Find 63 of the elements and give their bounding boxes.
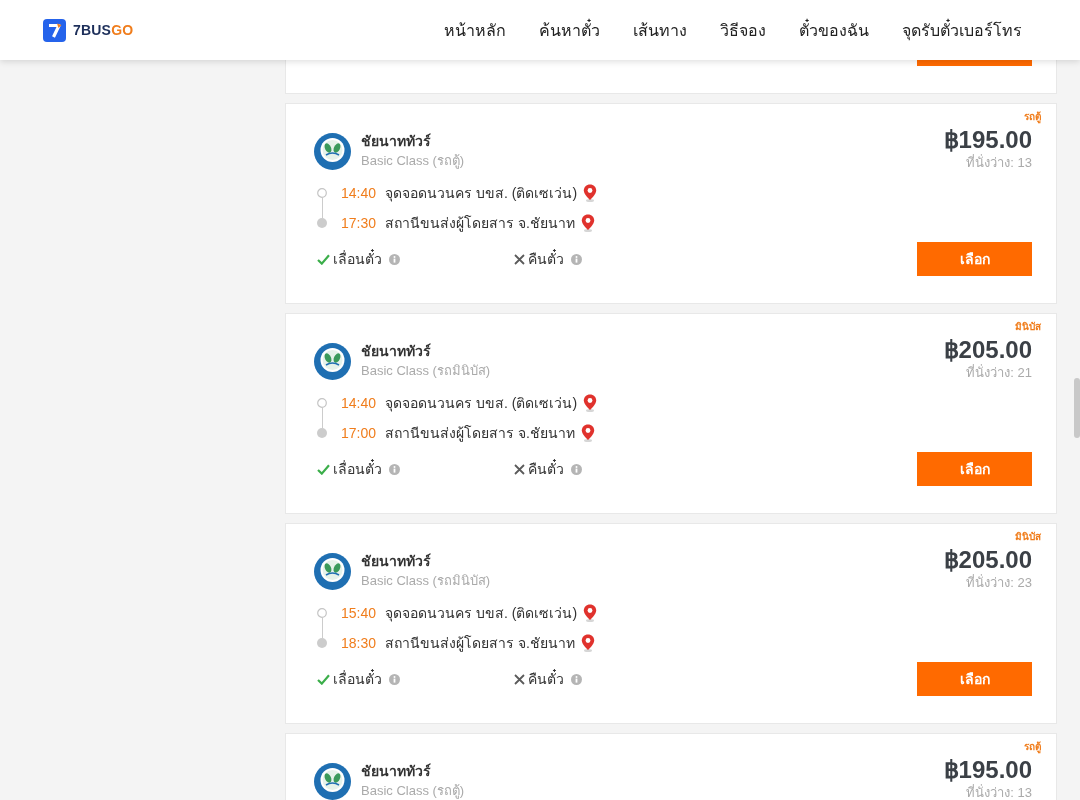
info-icon[interactable]	[389, 463, 400, 475]
ticket-policy-label: เลื่อนตั๋ว	[333, 668, 382, 689]
operator-logo	[314, 132, 351, 170]
seats-available: ที่นั่งว่าง: 13	[966, 784, 1032, 800]
map-pin-icon[interactable]	[580, 424, 595, 442]
stop-place: จุดจอดนวนคร บขส. (ติดเซเว่น)	[385, 604, 578, 624]
ticket-policy-label: คืนตั๋ว	[528, 248, 564, 269]
nav-link[interactable]: ค้นหาตั๋ว	[539, 17, 600, 43]
stop-place: จุดจอดนวนคร บขส. (ติดเซเว่น)	[385, 184, 578, 204]
select-button[interactable]	[917, 60, 1032, 66]
stop-time: 14:40	[341, 185, 377, 201]
info-icon[interactable]	[389, 253, 400, 265]
stop-place: สถานีขนส่งผู้โดยสาร จ.ชัยนาท	[385, 424, 575, 444]
seats-available: ที่นั่งว่าง: 13	[966, 154, 1032, 172]
map-pin-icon[interactable]	[583, 394, 598, 412]
brand-logo-icon	[43, 18, 66, 42]
nav-link[interactable]: หน้าหลัก	[444, 17, 506, 43]
operator-logo	[314, 552, 351, 590]
info-icon[interactable]	[571, 253, 582, 265]
info-icon[interactable]	[571, 673, 582, 685]
stop-time: 17:00	[341, 425, 377, 441]
map-pin-icon[interactable]	[583, 604, 598, 622]
vehicle-type-label: มินิบัส	[1015, 530, 1041, 544]
stop-time: 18:30	[341, 635, 377, 651]
service-class: Basic Class (รถมินิบัส)	[361, 362, 491, 380]
map-pin-icon[interactable]	[580, 634, 595, 652]
seats-available: ที่นั่งว่าง: 21	[966, 364, 1032, 382]
stop-place: จุดจอดนวนคร บขส. (ติดเซเว่น)	[385, 394, 578, 414]
brand-name: 7BUSGO	[73, 22, 134, 38]
service-class: Basic Class (รถตู้)	[361, 152, 465, 171]
operator-name: ชัยนาททัวร์	[361, 132, 432, 151]
operator-name: ชัยนาททัวร์	[361, 552, 432, 571]
operator-name: ชัยนาททัวร์	[361, 342, 432, 361]
nav-link[interactable]: จุดรับตั๋วเบอร์โทร	[902, 17, 1022, 43]
ticket-price: ฿195.00	[943, 126, 1032, 154]
ticket-price: ฿205.00	[943, 336, 1032, 364]
ticket-policy-label: คืนตั๋ว	[528, 458, 564, 479]
nav-link[interactable]: เส้นทาง	[633, 17, 687, 43]
stop-time: 14:40	[341, 395, 377, 411]
map-pin-icon[interactable]	[580, 214, 595, 232]
seats-available: ที่นั่งว่าง: 23	[966, 574, 1032, 592]
stop-place: สถานีขนส่งผู้โดยสาร จ.ชัยนาท	[385, 214, 575, 234]
ticket-policy-label: เลื่อนตั๋ว	[333, 458, 382, 479]
ticket-policy-label: คืนตั๋ว	[528, 668, 564, 689]
stop-time: 15:40	[341, 605, 377, 621]
vehicle-type-label: มินิบัส	[1015, 320, 1041, 334]
operator-name: ชัยนาททัวร์	[361, 762, 432, 781]
service-class: Basic Class (รถมินิบัส)	[361, 572, 491, 590]
nav-link[interactable]: ตั๋วของฉัน	[799, 17, 869, 43]
ticket-price: ฿205.00	[943, 546, 1032, 574]
vehicle-type-label: รถตู้	[1024, 740, 1041, 754]
scrollbar-thumb[interactable]	[1074, 378, 1080, 438]
info-icon[interactable]	[389, 673, 400, 685]
stop-place: สถานีขนส่งผู้โดยสาร จ.ชัยนาท	[385, 634, 575, 654]
map-pin-icon[interactable]	[583, 184, 598, 202]
service-class: Basic Class (รถตู้)	[361, 782, 465, 800]
vehicle-type-label: รถตู้	[1024, 110, 1041, 124]
stop-time: 17:30	[341, 215, 377, 231]
operator-logo	[314, 342, 351, 380]
nav-link[interactable]: วิธีจอง	[720, 17, 766, 43]
ticket-policy-label: เลื่อนตั๋ว	[333, 248, 382, 269]
info-icon[interactable]	[571, 463, 582, 475]
ticket-price: ฿195.00	[943, 756, 1032, 784]
